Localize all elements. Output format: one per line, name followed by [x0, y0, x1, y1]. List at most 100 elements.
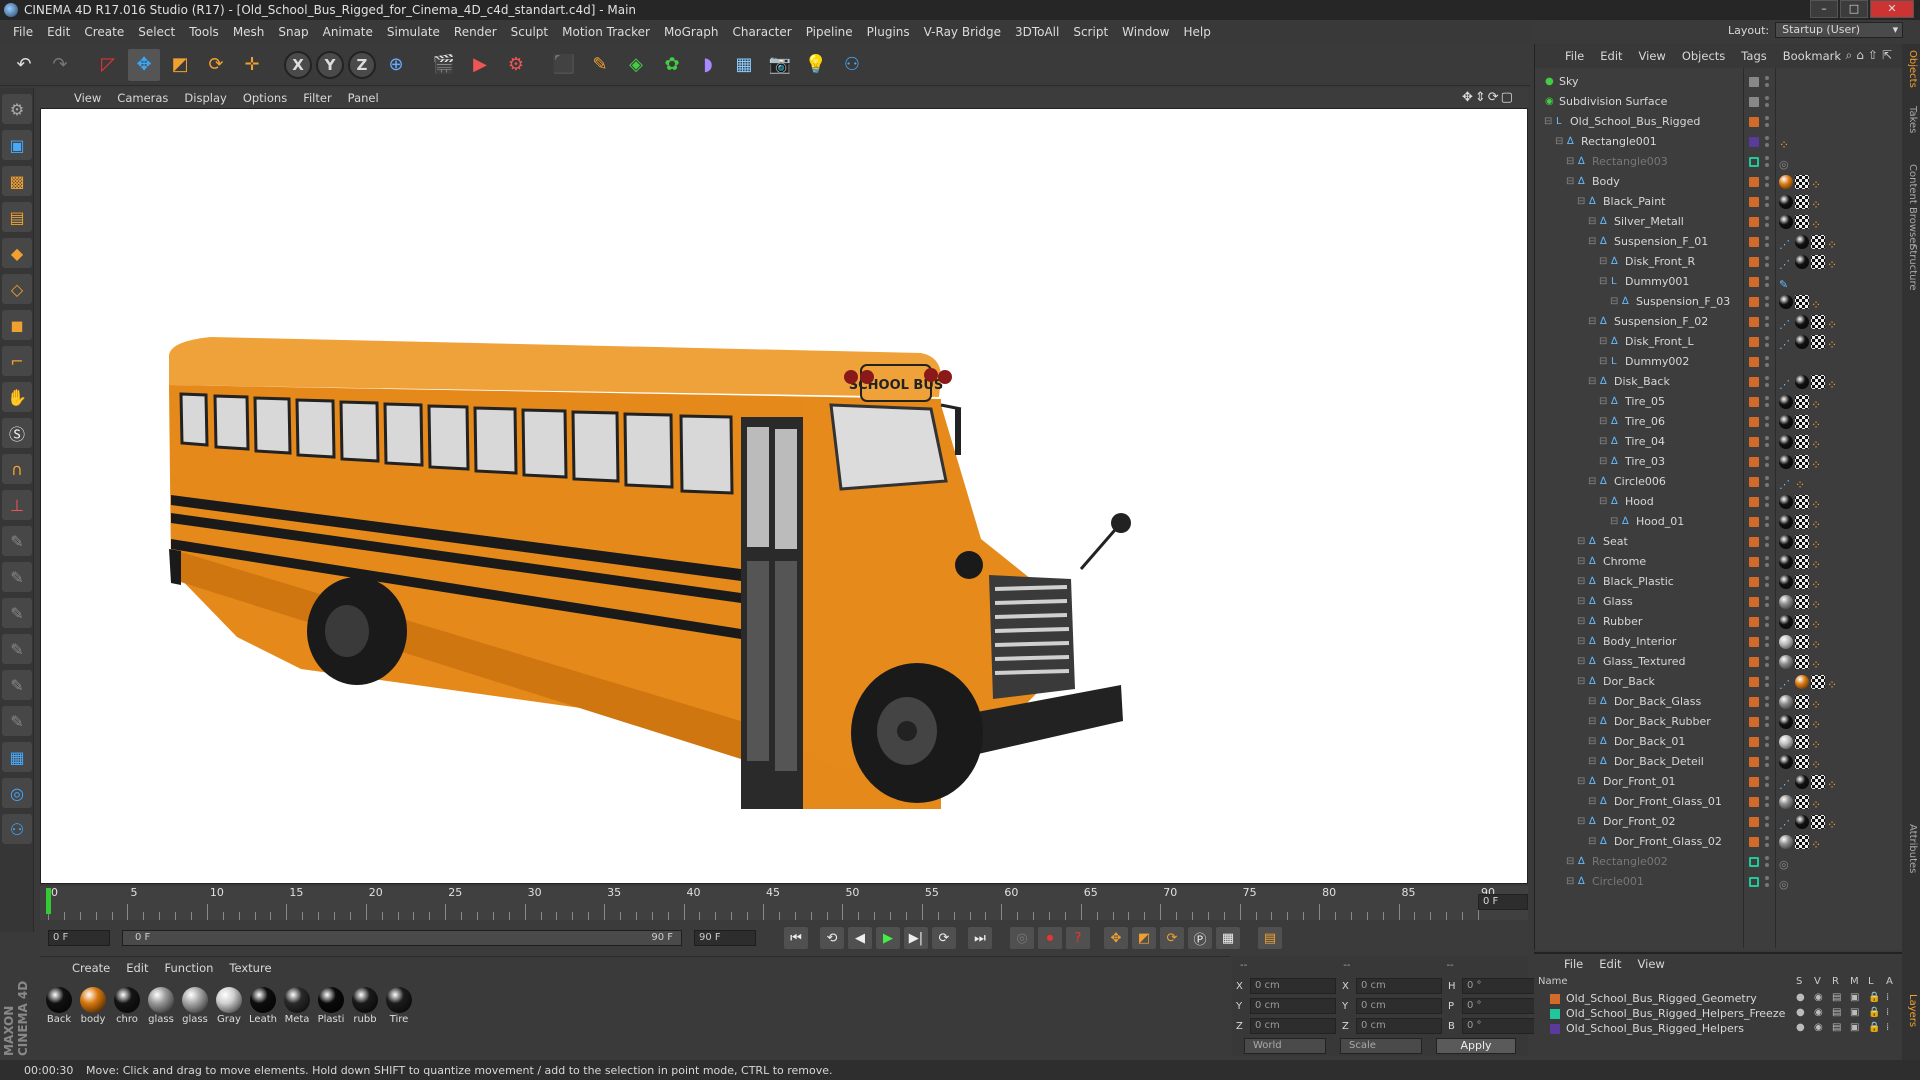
render-settings-button[interactable]: ⚙ — [500, 49, 532, 81]
viewport-menu-display[interactable]: Display — [176, 91, 234, 105]
material-tag-icon[interactable] — [1779, 435, 1793, 449]
expand-toggle-icon[interactable]: ⊟ — [1599, 412, 1607, 432]
redo-button[interactable]: ↷ — [44, 49, 76, 81]
light-button[interactable]: 💡 — [800, 49, 832, 81]
texture-tag-icon[interactable] — [1811, 235, 1825, 249]
xpresso-tag-icon[interactable]: ⁘ — [1811, 415, 1825, 432]
render-view-button[interactable]: 🎬 — [428, 49, 460, 81]
layer-flag-toggle[interactable]: ⁞ — [1886, 992, 1889, 1003]
close-button[interactable]: ✕ — [1870, 0, 1914, 18]
material-tag-icon[interactable] — [1795, 315, 1809, 329]
expand-toggle-icon[interactable]: ⊟ — [1577, 632, 1585, 652]
visibility-dots[interactable] — [1765, 215, 1769, 229]
object-row[interactable]: ⊟ ∆ Suspension_F_02 ⋰ ⁘ — [1535, 312, 1903, 332]
visibility-dots[interactable] — [1765, 715, 1769, 729]
play-button[interactable]: ▶ — [876, 927, 900, 949]
object-row[interactable]: ⊟ L Old_School_Bus_Rigged — [1535, 112, 1903, 132]
visibility-dots[interactable] — [1765, 735, 1769, 749]
texture-tag-icon[interactable] — [1811, 775, 1825, 789]
side-tab-structure[interactable]: Structure — [1904, 244, 1918, 291]
layer-color-swatch[interactable] — [1749, 537, 1759, 547]
tweak-mode-button[interactable]: ✋ — [2, 382, 32, 412]
menu-help[interactable]: Help — [1176, 25, 1217, 39]
material-swatch[interactable]: glass — [146, 987, 176, 1025]
material-tag-icon[interactable] — [1779, 635, 1793, 649]
visibility-dots[interactable] — [1765, 135, 1769, 149]
menu-v-ray-bridge[interactable]: V-Ray Bridge — [917, 25, 1008, 39]
expand-toggle-icon[interactable]: ⊟ — [1588, 792, 1596, 812]
material-tag-icon[interactable] — [1779, 735, 1793, 749]
visibility-dots[interactable] — [1765, 815, 1769, 829]
object-row[interactable]: ⊟ ∆ Disk_Front_R ⋰ ⁘ — [1535, 252, 1903, 272]
layer-color-swatch[interactable] — [1749, 717, 1759, 727]
layer-color-swatch[interactable] — [1749, 837, 1759, 847]
xpresso-tag-icon[interactable]: ⁘ — [1811, 695, 1825, 712]
visibility-dots[interactable] — [1765, 495, 1769, 509]
layer-color-swatch[interactable] — [1749, 597, 1759, 607]
expand-toggle-icon[interactable]: ⊟ — [1599, 432, 1607, 452]
object-row[interactable]: ⊟ ∆ Rectangle001 ⁘ — [1535, 132, 1903, 152]
texture-tag-icon[interactable] — [1795, 435, 1809, 449]
texture-tag-icon[interactable] — [1811, 315, 1825, 329]
layer-color-swatch[interactable] — [1749, 157, 1759, 167]
edges-mode-button[interactable]: ◇ — [2, 274, 32, 304]
visibility-dots[interactable] — [1765, 275, 1769, 289]
visibility-dots[interactable] — [1765, 315, 1769, 329]
layer-color-swatch[interactable] — [1749, 757, 1759, 767]
expand-toggle-icon[interactable]: ⊟ — [1577, 812, 1585, 832]
sculpt-flatten-button[interactable]: ✎ — [2, 706, 32, 736]
layer-row[interactable]: Old_School_Bus_Rigged_Helpers ● ◉ ▤ ▣ 🔒 ⁞ — [1534, 1022, 1902, 1037]
layer-flag-toggle[interactable]: ◉ — [1814, 1022, 1823, 1033]
layer-color-swatch[interactable] — [1749, 377, 1759, 387]
expand-toggle-icon[interactable]: ⊟ — [1610, 512, 1618, 532]
visibility-dots[interactable] — [1765, 575, 1769, 589]
xpresso-tag-icon[interactable]: ⁘ — [1811, 555, 1825, 572]
texture-tag-icon[interactable] — [1795, 755, 1809, 769]
material-swatch[interactable]: Plasti — [316, 987, 346, 1025]
material-swatch[interactable]: Tire — [384, 987, 414, 1025]
expand-toggle-icon[interactable]: ⊟ — [1577, 772, 1585, 792]
xpresso-tag-icon[interactable]: ⁘ — [1827, 335, 1841, 352]
visibility-dots[interactable] — [1765, 455, 1769, 469]
object-row[interactable]: ⊟ ∆ Hood ⁘ — [1535, 492, 1903, 512]
object-row[interactable]: ⊟ ∆ Body_Interior ⁘ — [1535, 632, 1903, 652]
menu-create[interactable]: Create — [77, 25, 131, 39]
polygons-mode-button[interactable]: ◼ — [2, 310, 32, 340]
xpresso-tag-icon[interactable]: ⁘ — [1811, 455, 1825, 472]
visibility-dots[interactable] — [1765, 255, 1769, 269]
menu-mograph[interactable]: MoGraph — [657, 25, 726, 39]
visibility-dots[interactable] — [1765, 755, 1769, 769]
expand-toggle-icon[interactable]: ⊟ — [1577, 592, 1585, 612]
minimize-button[interactable]: – — [1810, 0, 1838, 18]
previous-key-button[interactable]: ⟲ — [820, 927, 844, 949]
material-tag-icon[interactable] — [1779, 595, 1793, 609]
material-tag-icon[interactable] — [1779, 655, 1793, 669]
xpresso-tag-icon[interactable]: ⁘ — [1827, 675, 1841, 692]
visibility-dots[interactable] — [1765, 795, 1769, 809]
constraint-tag-icon[interactable]: ⋰ — [1779, 235, 1793, 251]
snap-button[interactable]: Ⓢ — [2, 418, 32, 448]
material-tag-icon[interactable] — [1795, 335, 1809, 349]
sculpt-grab-button[interactable]: ✎ — [2, 670, 32, 700]
material-menu-texture[interactable]: Texture — [221, 961, 279, 975]
layer-color-swatch[interactable] — [1749, 237, 1759, 247]
size-x-field[interactable]: 0 cm — [1356, 978, 1442, 994]
expand-toggle-icon[interactable]: ⊟ — [1566, 172, 1574, 192]
object-row[interactable]: ⊟ ∆ Dor_Back_Glass ⁘ — [1535, 692, 1903, 712]
menu-edit[interactable]: Edit — [40, 25, 77, 39]
layer-color-swatch[interactable] — [1749, 497, 1759, 507]
expand-toggle-icon[interactable]: ⊟ — [1599, 332, 1607, 352]
material-tag-icon[interactable] — [1795, 235, 1809, 249]
object-row[interactable]: ⊟ ∆ Dor_Back_01 ⁘ — [1535, 732, 1903, 752]
layer-color-swatch[interactable] — [1749, 477, 1759, 487]
expand-toggle-icon[interactable]: ⊟ — [1588, 832, 1596, 852]
object-row[interactable]: ⊟ ∆ Rubber ⁘ — [1535, 612, 1903, 632]
material-swatch[interactable]: glass — [180, 987, 210, 1025]
maximize-button[interactable]: □ — [1840, 0, 1868, 18]
object-row[interactable]: ⊟ ∆ Glass ⁘ — [1535, 592, 1903, 612]
object-row[interactable]: ⊟ L Dummy002 — [1535, 352, 1903, 372]
layer-color-swatch[interactable] — [1749, 577, 1759, 587]
cloner-button[interactable]: ✿ — [656, 49, 688, 81]
xpresso-tag-icon[interactable]: ⁘ — [1811, 715, 1825, 732]
viewport-menu-cameras[interactable]: Cameras — [109, 91, 176, 105]
